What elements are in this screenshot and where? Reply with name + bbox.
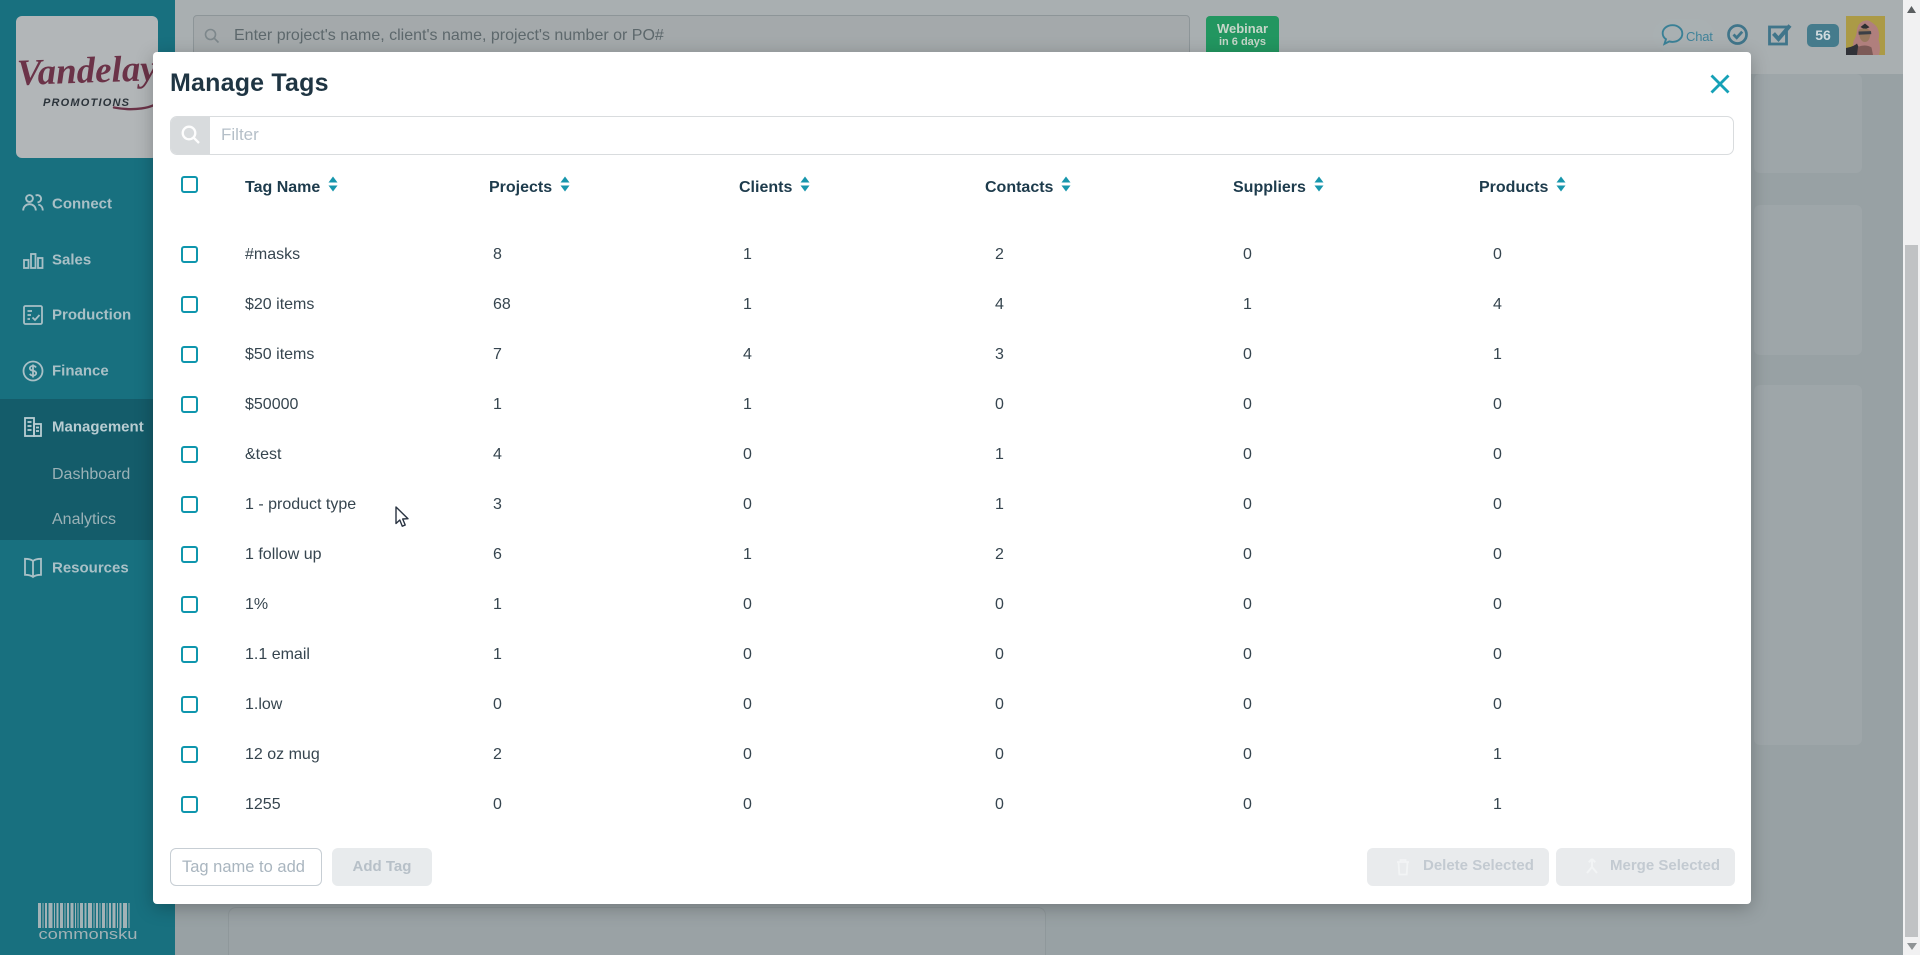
- svg-text:commonsku: commonsku: [39, 926, 138, 941]
